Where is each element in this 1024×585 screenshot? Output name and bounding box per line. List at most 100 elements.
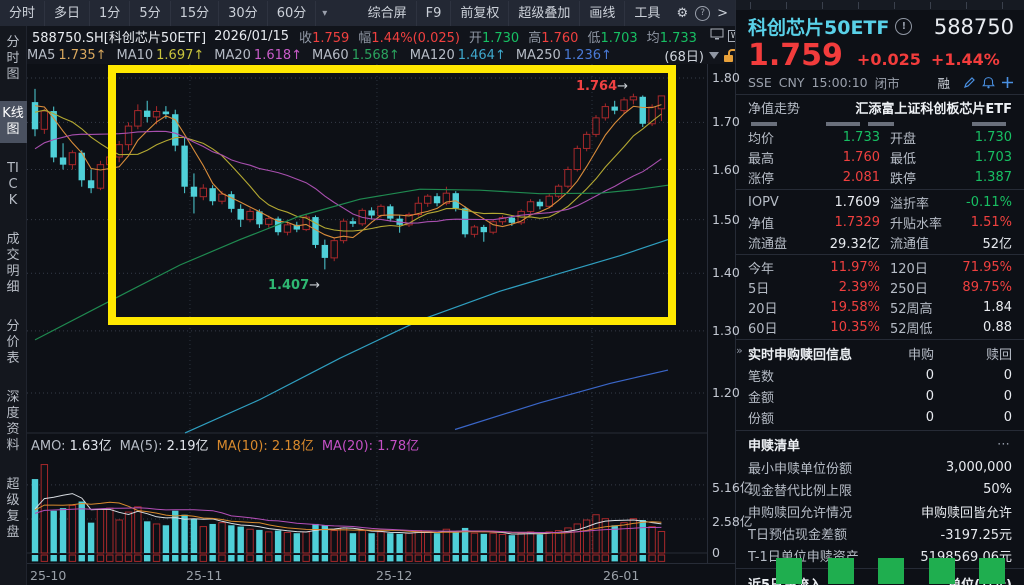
strip-square-up (135, 555, 141, 561)
tool-button-工具[interactable]: 工具 (625, 1, 669, 26)
volume-bar-down (481, 534, 487, 553)
fund-value: 50% (983, 482, 1012, 497)
strip-square-up (41, 555, 47, 561)
nav-trend-row[interactable]: 净值走势 汇添富上证科创板芯片ETF (736, 95, 1024, 120)
period-tab-多日[interactable]: 多日 (45, 1, 90, 26)
quote-label: 60日 (748, 318, 810, 337)
volume-bar-up (406, 533, 412, 553)
price-axis-label: 1.70 (712, 114, 740, 129)
collapse-icon[interactable]: » (736, 344, 743, 357)
quote-field: 高1.760 (528, 27, 578, 46)
strip-square-up (546, 555, 552, 561)
quote-field-value: 1.759 (312, 31, 349, 46)
market-status-row: SSE CNY 15:00:10 闭市 融 (736, 72, 1024, 95)
inflow-bar (979, 558, 1005, 584)
help-icon[interactable]: ? (695, 6, 710, 21)
add-icon[interactable] (1001, 76, 1014, 89)
ma-item-MA20: MA201.618↑ (214, 48, 302, 63)
tool-button-画线[interactable]: 画线 (580, 1, 625, 26)
tool-button-F9[interactable]: F9 (417, 1, 452, 26)
tab-divider (750, 2, 751, 9)
tool-button-综合屏[interactable]: 综合屏 (359, 1, 417, 26)
period-tab-1分[interactable]: 1分 (90, 1, 130, 26)
quote-row: 净值1.7329升贴水率1.51% (736, 212, 1024, 232)
strip-square-up (443, 555, 449, 561)
unlock-icon[interactable] (724, 49, 735, 62)
period-dropdown-icon[interactable]: ▾ (316, 8, 333, 19)
price-axis-divider (707, 64, 708, 563)
sidebar-item-K线图[interactable]: K线图 (0, 101, 27, 143)
quote-value: 0.88 (958, 320, 1012, 335)
monitor-icon[interactable] (710, 28, 724, 45)
more-icon[interactable]: ⋯ (997, 437, 1012, 452)
volume-bar-up (415, 531, 421, 553)
bell-icon[interactable] (982, 76, 995, 89)
strip-square-down (238, 555, 244, 561)
period-tab-分时[interactable]: 分时 (0, 1, 45, 26)
period-tab-60分[interactable]: 60分 (268, 1, 317, 26)
sidebar-item-分价表[interactable]: 分价表 (5, 314, 21, 372)
ma-label: MA10 (117, 48, 154, 63)
more-chevron-icon[interactable]: > (710, 6, 735, 21)
volume-bar-up (303, 532, 309, 553)
realtime-rows: 笔数00金额00份额00 (736, 365, 1024, 428)
price-change-pct: +1.44% (931, 50, 1000, 69)
amo-item: AMO: 1.63亿 (31, 435, 112, 453)
volume-bar-down (350, 533, 356, 553)
fund-value: -3197.25元 (941, 524, 1012, 543)
period-tab-30分[interactable]: 30分 (219, 1, 268, 26)
price-axis-label: 1.80 (712, 70, 740, 85)
toolbar: 分时多日1分5分15分30分60分 ▾ 综合屏F9前复权超级叠加画线工具 ⚙ ?… (0, 0, 735, 27)
sidebar-item-分时图[interactable]: 分时图 (5, 30, 21, 88)
amo-value: 1.63亿 (66, 439, 112, 454)
tool-button-前复权[interactable]: 前复权 (451, 1, 509, 26)
strip-square-up (499, 555, 505, 561)
last-price: 1.759 (748, 40, 843, 72)
volume-bar-up (69, 505, 75, 553)
date-label: 2026/01/15 (214, 29, 289, 44)
strip-square-up (593, 555, 599, 561)
volume-bar-up (546, 532, 552, 553)
sidebar-item-超级复盘[interactable]: 超级复盘 (5, 472, 21, 546)
pencil-icon[interactable] (963, 76, 976, 89)
volume-axis-label: 0 (712, 545, 720, 560)
panel-tab-strip[interactable] (736, 0, 1024, 10)
fund-label: 现金替代比例上限 (748, 480, 852, 499)
strip-square-up (658, 555, 664, 561)
quote-field-label: 均 (647, 31, 660, 46)
info-icon[interactable]: ! (895, 18, 912, 35)
strip-square-up (125, 555, 131, 561)
quote-field-value: 1.733 (660, 31, 697, 46)
strip-square-up (415, 555, 421, 561)
quote-field: 收1.759 (299, 27, 349, 46)
realtime-redeem-value: 0 (934, 368, 1012, 383)
volume-bar-up (490, 533, 496, 553)
candle-body-up (69, 153, 75, 165)
quote-label: 250日 (880, 278, 958, 297)
volume-bar-up (499, 535, 505, 553)
amo-label: AMO: (31, 439, 66, 454)
fund-value: 申购赎回皆允许 (921, 502, 1012, 521)
quote-label: 流通值 (880, 233, 958, 252)
strip-square-down (228, 555, 234, 561)
price-axis-label: 1.30 (712, 323, 740, 338)
strip-square-down (537, 555, 543, 561)
gear-icon[interactable]: ⚙ (669, 6, 695, 21)
period-tab-15分[interactable]: 15分 (171, 1, 220, 26)
tool-button-超级叠加[interactable]: 超级叠加 (509, 1, 580, 26)
sidebar-item-TICK[interactable]: TICK (5, 156, 21, 214)
period-tab-5分[interactable]: 5分 (130, 1, 170, 26)
chevron-down-icon[interactable] (709, 52, 719, 59)
sidebar-item-成交明细[interactable]: 成交明细 (5, 227, 21, 301)
ma-value: 1.735↑ (58, 48, 106, 63)
tab-divider (822, 2, 823, 9)
strip-square-down (163, 555, 169, 561)
realtime-row: 金额00 (736, 386, 1024, 407)
quote-label: 跌停 (880, 168, 958, 187)
realtime-label: 份额 (748, 408, 774, 427)
sidebar-item-深度资料[interactable]: 深度资料 (5, 385, 21, 459)
quote-summary-bar: 588750.SH[科创芯片50ETF] 2026/01/15 收1.759幅1… (27, 26, 735, 46)
quote-field-label: 收 (299, 31, 312, 46)
quote-label: 52周低 (880, 318, 958, 337)
window-label[interactable]: (68日) (664, 46, 704, 65)
